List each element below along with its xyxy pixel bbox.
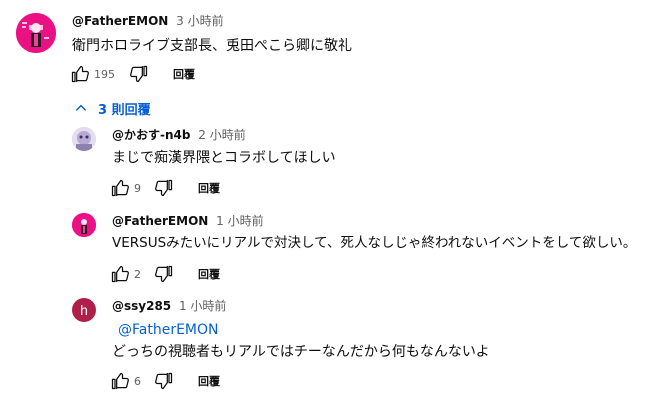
comment-header: @FatherEMON 3 小時前 [72,13,224,29]
reply-button[interactable]: 回覆 [198,180,220,196]
avatar-image [72,127,96,151]
avatar-letter: h [80,302,88,318]
comment-text: VERSUSみたいにリアルで対決して、死人なしじゃ終われないイベントをして欲しい… [112,235,637,251]
thumb-down-icon [130,65,148,83]
avatar-image [16,13,56,53]
author-name[interactable]: @ssy285 [112,299,171,313]
author-name[interactable]: @FatherEMON [72,14,168,28]
author-name[interactable]: @かおす-n4b [112,128,190,142]
avatar[interactable] [72,127,96,151]
like-count: 9 [134,181,141,195]
chevron-up-icon [75,104,87,111]
like-count: 195 [94,67,115,81]
like-button[interactable] [108,262,132,286]
timestamp[interactable]: 1 小時前 [179,299,226,313]
like-button[interactable] [68,62,92,86]
thumb-up-icon [111,265,129,283]
like-button[interactable] [108,176,132,200]
avatar[interactable]: h [72,298,96,322]
timestamp[interactable]: 3 小時前 [176,14,223,28]
timestamp[interactable]: 2 小時前 [198,128,245,142]
thumb-down-icon [155,372,173,390]
comment-text: どっちの視聴者もリアルではチーなんだから何もなんないよ [112,344,490,360]
dislike-button[interactable] [152,262,176,286]
comment-actions: 2 回覆 [108,262,220,286]
like-count: 6 [134,374,141,388]
thumb-down-icon [155,179,173,197]
dislike-button[interactable] [152,176,176,200]
thumb-up-icon [111,179,129,197]
comment-header: @FatherEMON 1 小時前 [112,213,264,229]
like-button[interactable] [108,369,132,393]
mention-link[interactable]: @FatherEMON [118,320,219,340]
author-name[interactable]: @FatherEMON [112,214,208,228]
thumb-down-icon [155,265,173,283]
comment-text: 衛門ホロライブ支部長、兎田ぺこら卿に敬礼 [72,38,352,54]
avatar[interactable] [72,213,96,237]
avatar-image [72,213,96,237]
comment-header: @かおす-n4b 2 小時前 [112,127,246,143]
comment-header: @ssy285 1 小時前 [112,298,226,314]
comment-text: まじで痴漢界隈とコラボしてほしい [112,150,336,166]
like-count: 2 [134,267,141,281]
timestamp[interactable]: 1 小時前 [216,214,263,228]
dislike-button[interactable] [152,369,176,393]
replies-count-label: 3 則回覆 [98,102,151,118]
thumb-up-icon [111,372,129,390]
comment-actions: 9 回覆 [108,176,220,200]
thumb-up-icon [71,65,89,83]
reply-button[interactable]: 回覆 [198,266,220,282]
dislike-button[interactable] [127,62,151,86]
reply-button[interactable]: 回覆 [173,66,195,82]
comment-actions: 6 回覆 [108,369,220,393]
reply-button[interactable]: 回覆 [198,373,220,389]
hide-replies-button[interactable]: 3 則回覆 [74,97,151,119]
avatar[interactable] [16,13,56,53]
comment-actions: 195 回覆 [68,62,195,86]
